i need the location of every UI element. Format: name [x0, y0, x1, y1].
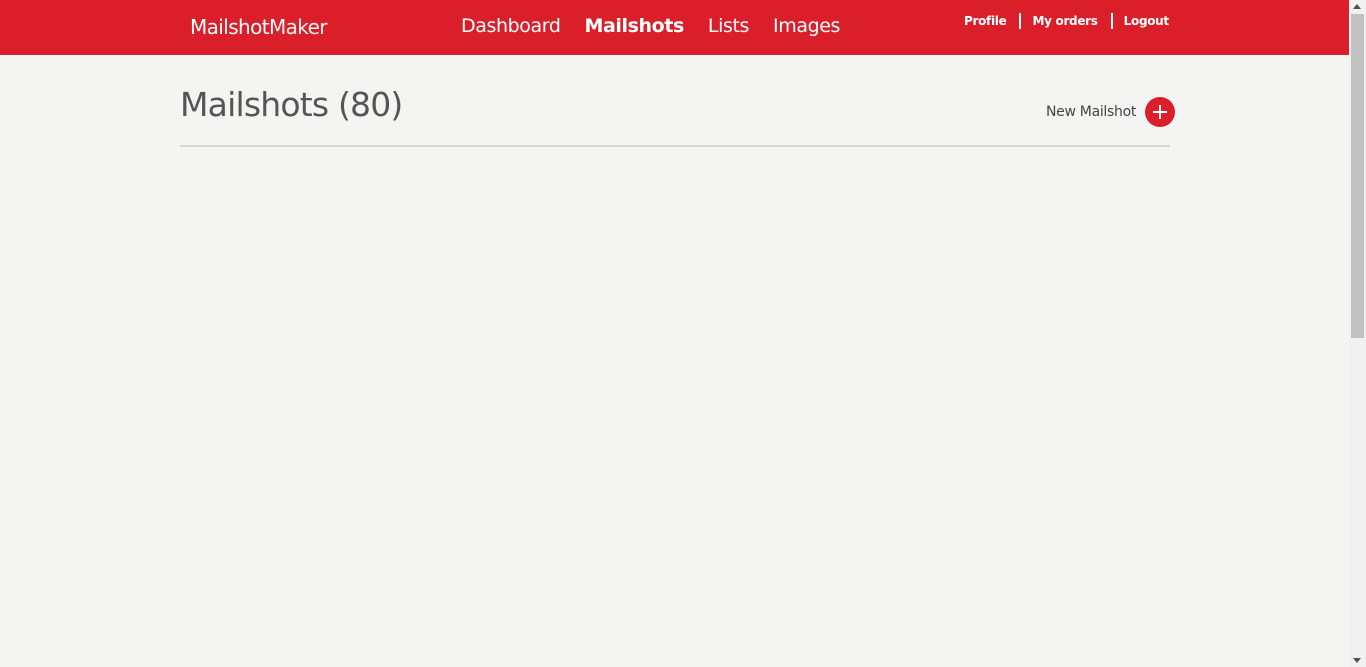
main-nav: Dashboard Mailshots Lists Images: [461, 15, 840, 37]
scroll-down-arrow-icon[interactable]: [1353, 658, 1361, 663]
brand-logo[interactable]: MailshotMaker: [190, 15, 328, 39]
page-viewport: MailshotMaker Dashboard Mailshots Lists …: [0, 0, 1349, 667]
nav-profile[interactable]: Profile: [964, 14, 1007, 28]
brand-name-part2: Maker: [269, 15, 328, 39]
user-nav: Profile My orders Logout: [964, 13, 1169, 29]
plus-circle-icon[interactable]: [1145, 97, 1176, 127]
page-title: Mailshots (80): [180, 85, 403, 124]
nav-separator: [1110, 13, 1113, 29]
top-navigation-bar: MailshotMaker Dashboard Mailshots Lists …: [0, 0, 1349, 55]
nav-logout[interactable]: Logout: [1124, 14, 1170, 28]
nav-lists[interactable]: Lists: [708, 15, 750, 37]
brand-name-part1: Mailshot: [190, 15, 270, 39]
title-divider: [180, 145, 1170, 147]
vertical-scrollbar[interactable]: [1349, 0, 1366, 667]
new-mailshot-button[interactable]: New Mailshot: [1046, 97, 1176, 127]
nav-images[interactable]: Images: [773, 15, 840, 37]
scrollbar-thumb[interactable]: [1351, 14, 1364, 338]
nav-dashboard[interactable]: Dashboard: [461, 15, 561, 37]
nav-my-orders[interactable]: My orders: [1032, 14, 1098, 28]
nav-mailshots[interactable]: Mailshots: [584, 15, 684, 37]
nav-separator: [1019, 13, 1022, 29]
new-mailshot-label[interactable]: New Mailshot: [1046, 104, 1136, 120]
scroll-up-arrow-icon[interactable]: [1353, 4, 1361, 9]
